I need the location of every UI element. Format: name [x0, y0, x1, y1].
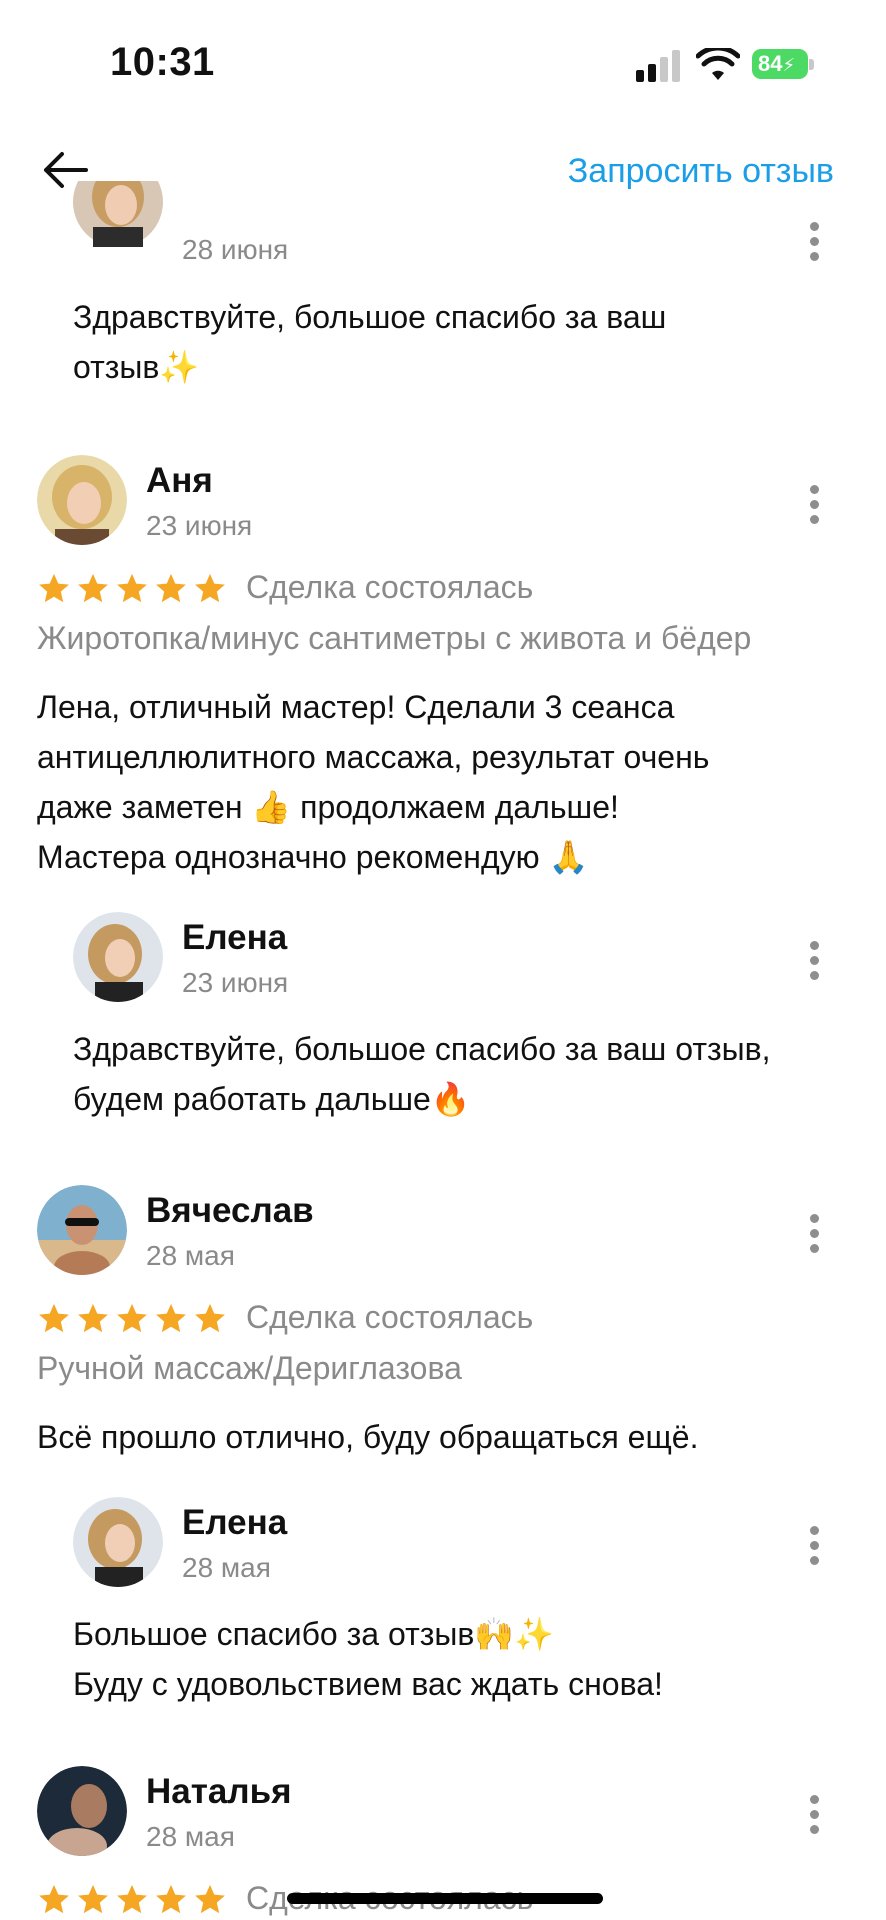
request-review-button[interactable]: Запросить отзыв [568, 152, 834, 191]
service-name: Ручной массаж/Дериглазова [37, 1350, 462, 1386]
reply-date: 28 мая [182, 1552, 271, 1583]
avatar [37, 1766, 127, 1856]
star-icon [195, 1303, 225, 1332]
reply-text: Здравствуйте, большое спасибо за ваш отз… [73, 292, 666, 392]
avatar [73, 181, 163, 271]
star-icon [78, 1303, 108, 1332]
reply-text: Здравствуйте, большое спасибо за ваш отз… [73, 1024, 771, 1124]
more-menu-icon[interactable] [809, 485, 819, 525]
reply-date: 23 июня [182, 967, 289, 998]
star-icon [156, 1303, 186, 1332]
avatar [37, 455, 127, 545]
reply-date: 28 июня [182, 234, 289, 265]
avatar [37, 1185, 127, 1275]
review-text: Лена, отличный мастер! Сделали 3 сеанса … [37, 682, 709, 882]
wifi-icon [696, 48, 740, 80]
review-date: 28 мая [146, 1240, 235, 1271]
reply-text-line: Здравствуйте, большое спасибо за ваш отз… [73, 1031, 771, 1067]
review-text-line: антицеллюлитного массажа, результат очен… [37, 739, 710, 775]
reply-author-name: Елена [182, 1503, 288, 1542]
review-text-line: даже заметен 👍 продолжаем дальше! [37, 789, 619, 825]
reply-text-line: будем работать дальше🔥 [73, 1081, 471, 1117]
star-icon [117, 1884, 147, 1913]
avatar [73, 1497, 163, 1587]
reviewer-name: Вячеслав [146, 1191, 314, 1230]
review-text-line: Всё прошло отлично, буду обращаться ещё. [37, 1419, 699, 1455]
status-time: 10:31 [110, 40, 215, 84]
review-text-line: Лена, отличный мастер! Сделали 3 сеанса [37, 689, 675, 725]
reviewer-name: Аня [146, 461, 213, 500]
review-text: Всё прошло отлично, буду обращаться ещё. [37, 1412, 698, 1462]
star-icon [78, 573, 108, 602]
deal-status: Сделка состоялась [246, 1299, 534, 1335]
battery-cap [809, 59, 814, 70]
cellular-signal-icon [636, 50, 682, 82]
star-icon [117, 1303, 147, 1332]
star-icon [39, 1303, 69, 1332]
battery-indicator: 84⚡ [752, 49, 808, 79]
star-icon [39, 1884, 69, 1913]
review-date: 28 мая [146, 1821, 235, 1852]
star-icon [156, 1884, 186, 1913]
reply-text-line: отзыв✨ [73, 349, 200, 385]
star-icon [39, 573, 69, 602]
reply-author-name: Елена [182, 918, 288, 957]
reply-text-line: Здравствуйте, большое спасибо за ваш [73, 299, 667, 335]
avatar [73, 912, 163, 1002]
reply-text: Большое спасибо за отзыв🙌✨ Буду с удовол… [73, 1609, 663, 1709]
star-icon [78, 1884, 108, 1913]
review-date: 23 июня [146, 510, 253, 541]
deal-status: Сделка состоялась [246, 569, 534, 605]
more-menu-icon[interactable] [809, 1795, 819, 1835]
reply-text-line: Буду с удовольствием вас ждать снова! [73, 1666, 663, 1702]
star-icon [195, 573, 225, 602]
battery-level: 84 [758, 51, 783, 76]
service-name: Жиротопка/минус сантиметры с живота и бё… [37, 620, 752, 656]
more-menu-icon[interactable] [809, 1526, 819, 1566]
more-menu-icon[interactable] [809, 941, 819, 981]
star-icon [156, 573, 186, 602]
star-icon [195, 1884, 225, 1913]
home-indicator[interactable] [287, 1893, 603, 1904]
reply-text-line: Большое спасибо за отзыв🙌✨ [73, 1616, 555, 1652]
star-icon [117, 573, 147, 602]
review-text-line: Мастера однозначно рекомендую 🙏 [37, 839, 589, 875]
reviewer-name: Наталья [146, 1772, 292, 1811]
rating-stars: Сделка состоялась [37, 1299, 533, 1336]
rating-stars: Сделка состоялась [37, 569, 533, 606]
more-menu-icon[interactable] [809, 222, 819, 262]
more-menu-icon[interactable] [809, 1214, 819, 1254]
